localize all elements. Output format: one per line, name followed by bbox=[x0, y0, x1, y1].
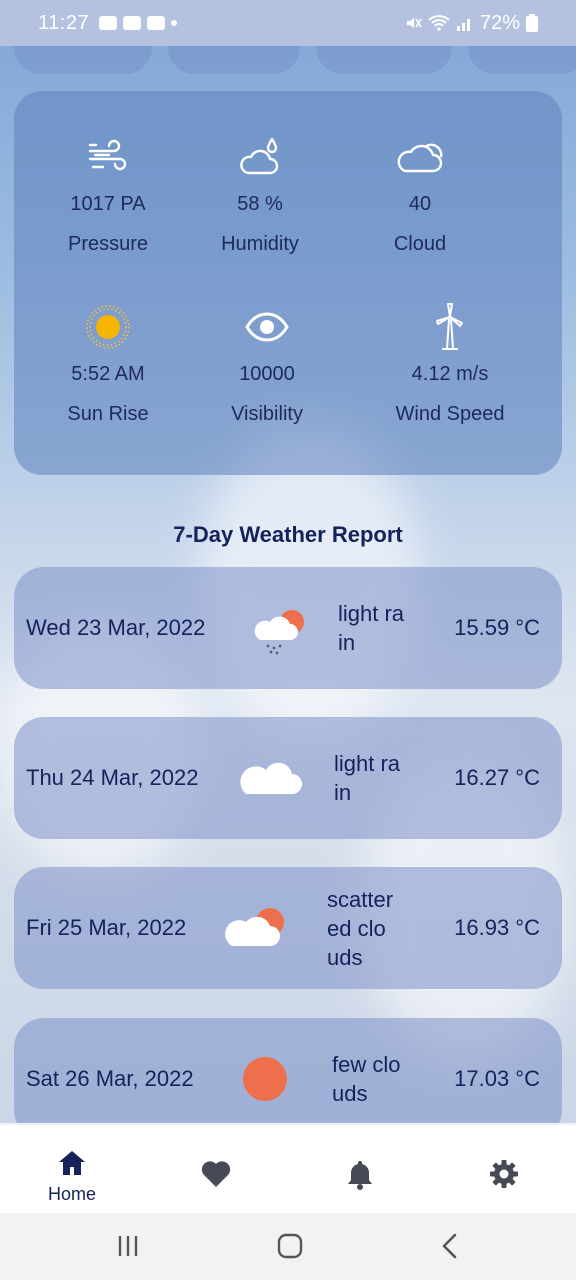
cloud-sun-icon bbox=[225, 908, 284, 946]
gear-icon bbox=[490, 1160, 518, 1188]
day-date: Sat 26 Mar, 2022 bbox=[26, 1066, 194, 1091]
cloud-icon bbox=[240, 762, 302, 794]
sun-disc-icon bbox=[243, 1057, 287, 1101]
day-description: few clouds bbox=[332, 1052, 401, 1106]
nav-notifications[interactable] bbox=[344, 1159, 376, 1196]
sunrise-value: 5:52 AM bbox=[71, 363, 145, 385]
humidity-cloud-icon bbox=[240, 137, 279, 175]
eye-icon bbox=[245, 312, 289, 342]
report-title: 7-Day Weather Report bbox=[173, 522, 403, 547]
wind-speed-label: Wind Speed bbox=[395, 403, 505, 425]
sunrise-label: Sun Rise bbox=[67, 403, 149, 425]
battery-text: 72% bbox=[479, 11, 520, 34]
humidity-value: 58 % bbox=[237, 193, 283, 215]
visibility-label: Visibility bbox=[231, 403, 303, 425]
status-bar: 11:27 72% bbox=[0, 0, 576, 46]
bottom-navigation: Home bbox=[0, 1123, 576, 1213]
nav-home-label: Home bbox=[47, 1184, 96, 1204]
notification-icons bbox=[99, 16, 178, 30]
rain-cloud-sun-icon bbox=[254, 610, 304, 655]
more-dot-icon bbox=[171, 20, 178, 26]
home-button-icon[interactable] bbox=[277, 1233, 303, 1259]
bell-icon bbox=[348, 1161, 372, 1190]
wifi-icon bbox=[428, 15, 450, 31]
cloud-icon bbox=[397, 143, 443, 173]
day-description: scattered clouds bbox=[327, 886, 394, 970]
detail-sunrise: 5:52 AM Sun Rise bbox=[18, 303, 198, 427]
youtube-icon bbox=[147, 16, 166, 30]
day-card[interactable]: Wed 23 Mar, 2022 light rain 15.59 °C bbox=[14, 567, 562, 689]
youtube-icon bbox=[123, 16, 142, 30]
detail-humidity: 58 % Humidity bbox=[170, 133, 350, 257]
day-card[interactable]: Sat 26 Mar, 2022 few clouds 17.03 °C bbox=[14, 1018, 562, 1140]
day-card[interactable]: Fri 25 Mar, 2022 scattered clouds 16.93 … bbox=[14, 867, 562, 989]
signal-icon bbox=[456, 19, 470, 31]
weather-details-card: 1017 PA Pressure 58 % Humidity 40 Cloud bbox=[14, 91, 562, 475]
day-date: Wed 23 Mar, 2022 bbox=[26, 615, 206, 640]
day-temperature: 16.93 °C bbox=[454, 915, 540, 940]
wind-speed-value: 4.12 m/s bbox=[411, 363, 489, 385]
home-icon bbox=[59, 1151, 85, 1175]
nav-favorites[interactable] bbox=[198, 1159, 234, 1194]
visibility-value: 10000 bbox=[239, 363, 295, 385]
sun-icon bbox=[86, 305, 130, 349]
humidity-label: Humidity bbox=[221, 233, 299, 255]
system-icons: 72% bbox=[404, 12, 538, 35]
day-date: Thu 24 Mar, 2022 bbox=[26, 765, 199, 790]
day-card[interactable]: Thu 24 Mar, 2022 light rain 16.27 °C bbox=[14, 717, 562, 839]
detail-visibility: 10000 Visibility bbox=[177, 303, 357, 427]
recent-apps-icon[interactable] bbox=[116, 1234, 140, 1258]
gallery-icon bbox=[99, 16, 118, 30]
back-icon[interactable] bbox=[440, 1233, 460, 1259]
cloud-label: Cloud bbox=[393, 233, 447, 255]
battery-icon bbox=[526, 14, 538, 32]
status-time: 11:27 bbox=[38, 11, 90, 34]
detail-cloud: 40 Cloud bbox=[330, 133, 510, 257]
detail-wind-speed: 4.12 m/s Wind Speed bbox=[360, 303, 540, 427]
heart-icon bbox=[201, 1161, 231, 1187]
system-navigation-bar bbox=[0, 1213, 576, 1280]
day-date: Fri 25 Mar, 2022 bbox=[26, 915, 187, 940]
day-description: light rain bbox=[338, 601, 405, 655]
day-temperature: 16.27 °C bbox=[454, 765, 540, 790]
wind-turbine-icon bbox=[436, 303, 463, 350]
wind-icon bbox=[88, 139, 127, 171]
nav-home[interactable]: Home bbox=[42, 1149, 102, 1205]
day-description: light rain bbox=[334, 751, 401, 805]
day-temperature: 15.59 °C bbox=[454, 615, 540, 640]
mute-icon bbox=[406, 18, 422, 28]
day-temperature: 17.03 °C bbox=[454, 1066, 540, 1091]
cloud-value: 40 bbox=[408, 193, 432, 215]
nav-settings[interactable] bbox=[487, 1159, 521, 1194]
